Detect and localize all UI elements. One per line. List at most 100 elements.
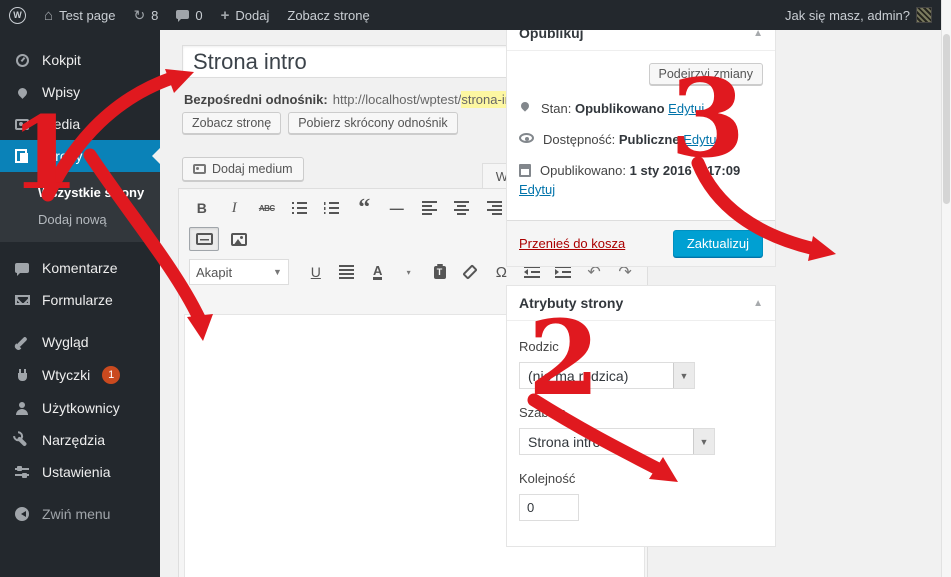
- status-pin-icon: [519, 100, 530, 111]
- sidebar-item-tools[interactable]: Narzędzia: [0, 424, 160, 456]
- sidebar-item-appearance[interactable]: Wygląd: [0, 326, 160, 358]
- sidebar-item-collapse[interactable]: Zwiń menu: [0, 498, 160, 530]
- sidebar-item-label: Strony: [42, 148, 82, 164]
- strikethrough-icon: ABC: [259, 204, 275, 213]
- view-page-link[interactable]: Zobacz stronę: [278, 0, 378, 30]
- text-color-caret-button[interactable]: ▾: [397, 260, 421, 284]
- sidebar-item-label: Wtyczki: [42, 367, 90, 383]
- align-right-button[interactable]: [482, 196, 508, 220]
- sidebar-item-forms[interactable]: Formularze: [0, 284, 160, 316]
- numbered-list-icon: [324, 202, 339, 214]
- format-select[interactable]: Akapit ▼: [189, 259, 289, 285]
- sidebar-item-comments[interactable]: Komentarze: [0, 252, 160, 284]
- align-left-icon: [422, 201, 437, 215]
- new-content-menu[interactable]: + Dodaj: [212, 0, 279, 30]
- media-icon: [15, 119, 29, 130]
- account-menu[interactable]: Jak się masz, admin?: [776, 0, 941, 30]
- comments-menu[interactable]: 0: [167, 0, 211, 30]
- scrollbar-thumb[interactable]: [943, 34, 950, 204]
- strikethrough-button[interactable]: ABC: [254, 196, 280, 220]
- sidebar-subitem[interactable]: Wszystkie strony: [0, 179, 160, 206]
- blockquote-button[interactable]: “: [352, 196, 378, 220]
- published-date-text: Opublikowano: 1 sty 2016 o 17:09: [540, 163, 740, 178]
- visibility-value: Publiczne: [619, 132, 680, 147]
- visibility-row: Dostępność: Publiczne Edytuj: [519, 132, 763, 147]
- sidebar-item-plugins[interactable]: Wtyczki1: [0, 358, 160, 392]
- edit-visibility-link[interactable]: Edytuj: [683, 132, 719, 147]
- sidebar-item-label: Media: [42, 116, 80, 132]
- parent-select[interactable]: (nie ma rodzica) ▼: [519, 362, 695, 389]
- sidebar-item-settings[interactable]: Ustawienia: [0, 456, 160, 488]
- site-name-label: Test page: [59, 8, 115, 23]
- bullet-list-button[interactable]: [287, 196, 313, 220]
- updates-menu[interactable]: ↻ 8: [124, 0, 167, 30]
- collapse-icon: [15, 507, 29, 521]
- view-page-button[interactable]: Zobacz stronę: [182, 112, 281, 134]
- edit-date-link[interactable]: Edytuj: [519, 182, 555, 197]
- scrollbar[interactable]: [941, 0, 951, 577]
- publish-panel: Opublikuj ▲ Podejrzyj zmiany Stan: Opubl…: [506, 15, 776, 267]
- sidebar-menu: KokpitWpisy Media Strony Wszystkie stronyDo…: [0, 30, 160, 577]
- format-select-value: Akapit: [196, 265, 273, 280]
- italic-button[interactable]: I: [222, 196, 248, 220]
- bold-button[interactable]: B: [189, 196, 215, 220]
- attributes-panel-header[interactable]: Atrybuty strony ▲: [507, 286, 775, 321]
- chevron-down-icon: ▼: [273, 267, 282, 277]
- visibility-eye-icon: [519, 133, 534, 143]
- wordpress-menu[interactable]: W: [0, 0, 35, 30]
- image-button[interactable]: [224, 227, 254, 251]
- bold-icon: B: [197, 200, 207, 216]
- comments-bubble-icon: [176, 10, 189, 19]
- users-icon: [15, 402, 29, 415]
- wordpress-logo-icon: W: [9, 7, 26, 24]
- site-name-menu[interactable]: ⌂ Test page: [35, 0, 124, 30]
- order-input[interactable]: [519, 494, 579, 521]
- align-left-button[interactable]: [417, 196, 443, 220]
- toolbar-toggle-icon: [196, 233, 213, 245]
- forms-icon: [15, 295, 30, 305]
- sidebar-subitem[interactable]: Dodaj nową: [0, 206, 160, 233]
- sidebar-item-label: Komentarze: [42, 260, 117, 276]
- template-select[interactable]: Strona intro ▼: [519, 428, 715, 455]
- text-color-button[interactable]: A: [366, 260, 390, 284]
- sidebar-item-posts[interactable]: Wpisy: [0, 76, 160, 108]
- get-shortlink-button[interactable]: Pobierz skrócony odnośnik: [288, 112, 457, 134]
- numbered-list-button[interactable]: [319, 196, 345, 220]
- attributes-panel-body: Rodzic (nie ma rodzica) ▼ Szablon Strona…: [507, 321, 775, 531]
- remove-format-button[interactable]: [458, 260, 482, 284]
- justify-button[interactable]: [335, 260, 359, 284]
- add-new-icon: +: [221, 7, 230, 24]
- parent-label: Rodzic: [519, 339, 763, 354]
- attributes-panel-title: Atrybuty strony: [519, 295, 623, 311]
- preview-changes-button[interactable]: Podejrzyj zmiany: [649, 63, 763, 85]
- dashboard-icon: [16, 54, 29, 67]
- add-media-button[interactable]: Dodaj medium: [182, 157, 304, 181]
- add-media-label: Dodaj medium: [212, 162, 293, 176]
- editor-sidebar: Opublikuj ▲ Podejrzyj zmiany Stan: Opubl…: [506, 15, 776, 547]
- bullet-list-icon: [292, 202, 307, 214]
- collapse-panel-icon[interactable]: ▲: [753, 298, 763, 309]
- sidebar-item-dashboard[interactable]: Kokpit: [0, 44, 160, 76]
- posts-icon: [16, 86, 29, 99]
- align-center-button[interactable]: [449, 196, 475, 220]
- horizontal-rule-button[interactable]: —: [384, 196, 410, 220]
- italic-icon: I: [232, 200, 237, 217]
- appearance-icon: [16, 336, 27, 347]
- comments-count: 0: [195, 8, 202, 23]
- paste-as-text-button[interactable]: [428, 260, 452, 284]
- underline-button[interactable]: U: [304, 260, 328, 284]
- toolbar-toggle-button[interactable]: [189, 227, 219, 251]
- chevron-down-icon: ▼: [693, 429, 714, 454]
- sidebar-item-pages[interactable]: Strony: [0, 140, 160, 172]
- updates-count: 8: [151, 8, 158, 23]
- sidebar-item-users[interactable]: Użytkownicy: [0, 392, 160, 424]
- sidebar-item-label: Użytkownicy: [42, 400, 120, 416]
- update-button[interactable]: Zaktualizuj: [673, 230, 763, 257]
- edit-status-link[interactable]: Edytuj: [668, 101, 704, 116]
- move-to-trash-link[interactable]: Przenieś do kosza: [519, 236, 625, 251]
- calendar-icon: [519, 164, 531, 177]
- sidebar-item-label: Zwiń menu: [42, 506, 110, 522]
- sidebar-item-media[interactable]: Media: [0, 108, 160, 140]
- template-label: Szablon: [519, 405, 763, 420]
- image-icon: [231, 233, 247, 246]
